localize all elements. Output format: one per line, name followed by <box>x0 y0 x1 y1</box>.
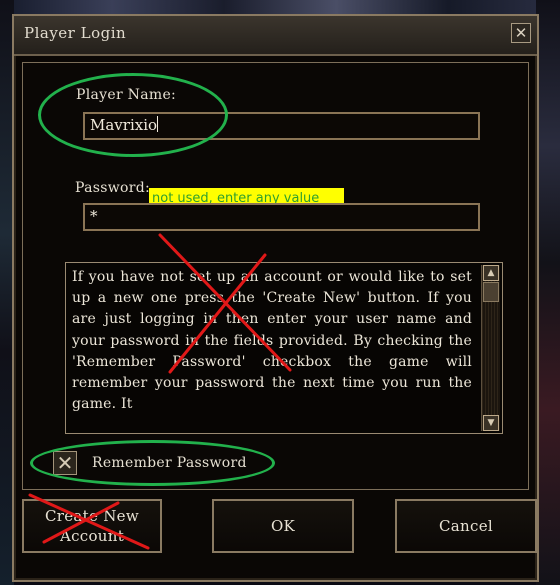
player-name-input[interactable]: Mavrixio <box>83 112 480 140</box>
player-name-label: Player Name: <box>76 87 177 103</box>
scroll-down-button[interactable]: ▼ <box>483 415 499 431</box>
ok-button[interactable]: OK <box>212 499 354 553</box>
password-value: * <box>90 207 98 225</box>
info-text: If you have not set up an account or wou… <box>72 269 472 413</box>
title-bar[interactable]: Player Login ✕ <box>14 16 537 56</box>
player-name-value: Mavrixio <box>90 116 158 134</box>
create-new-label-line1: Create New <box>45 507 139 525</box>
cancel-button[interactable]: Cancel <box>395 499 537 553</box>
password-label: Password: <box>75 180 150 196</box>
text-cursor <box>157 116 159 132</box>
remember-password-label: Remember Password <box>92 455 247 471</box>
info-scrollbar[interactable]: ▲ ▼ <box>481 265 500 431</box>
info-text-box[interactable]: If you have not set up an account or wou… <box>65 262 503 434</box>
scroll-up-button[interactable]: ▲ <box>483 265 499 281</box>
background-banner <box>0 0 560 14</box>
password-input[interactable]: * <box>83 203 480 231</box>
background-right-edge <box>536 0 560 585</box>
close-icon: ✕ <box>514 24 528 42</box>
ok-label: OK <box>270 517 296 535</box>
remember-password-checkbox[interactable]: ✕ <box>53 451 77 475</box>
create-new-account-button[interactable]: Create New Account <box>22 499 162 553</box>
close-button[interactable]: ✕ <box>511 23 531 43</box>
cancel-label: Cancel <box>439 517 493 535</box>
create-new-label-line2: Account <box>59 527 125 545</box>
scroll-down-icon: ▼ <box>487 418 495 428</box>
scroll-up-icon: ▲ <box>487 268 495 278</box>
scroll-thumb[interactable] <box>483 282 499 302</box>
window-title: Player Login <box>24 24 127 42</box>
checkmark-icon: ✕ <box>56 451 74 475</box>
